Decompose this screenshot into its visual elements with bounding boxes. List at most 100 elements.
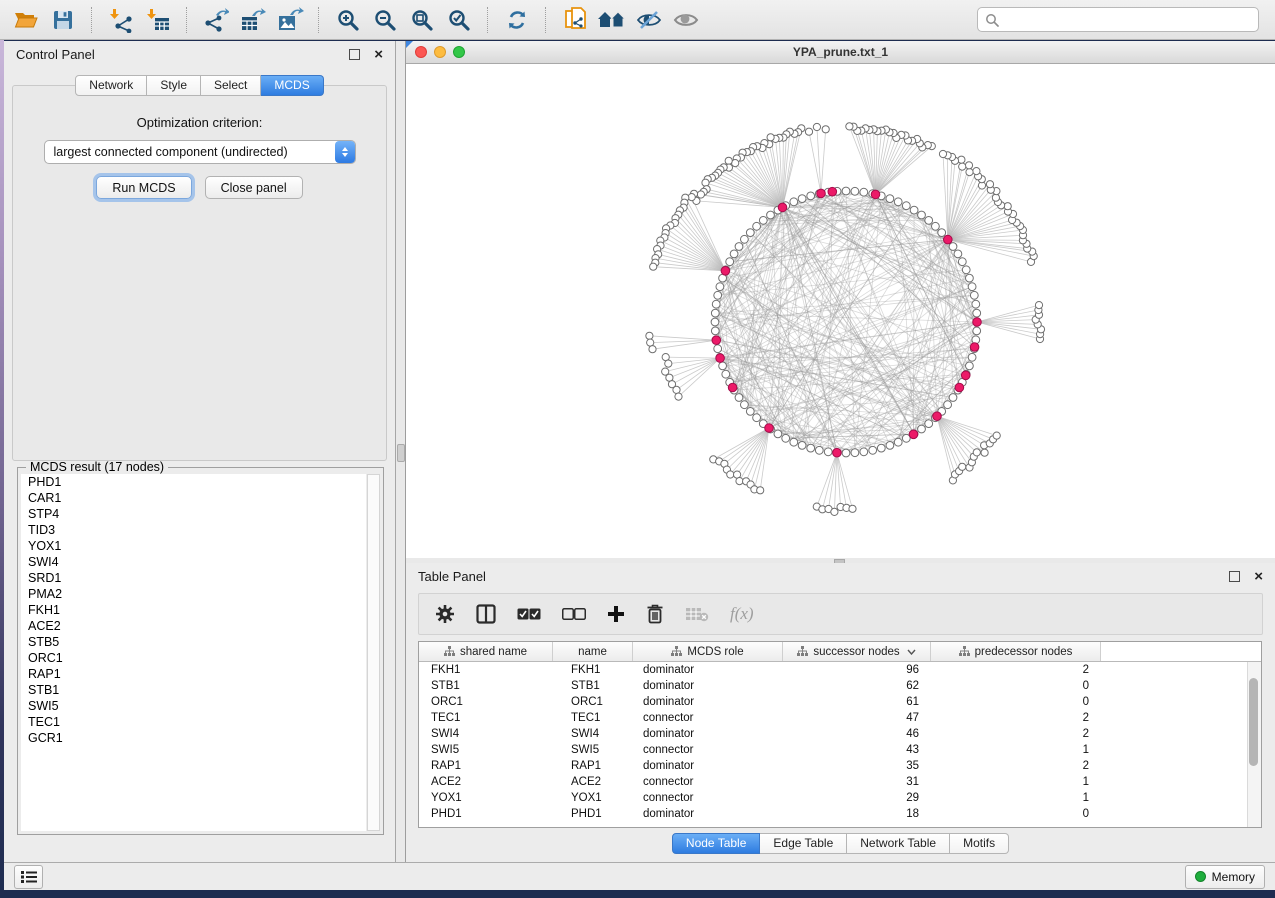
delete-table-button[interactable]: [685, 606, 709, 622]
column-header-successor-nodes[interactable]: successor nodes: [783, 642, 931, 661]
table-row[interactable]: SWI5SWI5connector431: [419, 742, 1261, 758]
zoom-out-button[interactable]: [369, 4, 401, 36]
table-cell[interactable]: 43: [783, 744, 931, 756]
table-cell[interactable]: 96: [783, 664, 931, 676]
clone-network-button[interactable]: [559, 4, 591, 36]
list-item[interactable]: SWI5: [21, 698, 366, 714]
show-all-button[interactable]: [670, 4, 702, 36]
table-cell[interactable]: 1: [931, 776, 1101, 788]
table-scrollbar[interactable]: [1247, 662, 1261, 827]
mcds-node[interactable]: [871, 190, 880, 199]
table-cell[interactable]: 2: [931, 760, 1101, 772]
table-cell[interactable]: FKH1: [553, 664, 633, 676]
table-cell[interactable]: RAP1: [419, 760, 553, 772]
table-row[interactable]: FKH1FKH1dominator962: [419, 662, 1261, 678]
list-item[interactable]: RAP1: [21, 666, 366, 682]
refresh-button[interactable]: [501, 4, 533, 36]
table-cell[interactable]: dominator: [633, 680, 783, 692]
hide-selected-button[interactable]: [633, 4, 665, 36]
export-network-button[interactable]: [200, 4, 232, 36]
list-item[interactable]: TEC1: [21, 714, 366, 730]
zoom-selected-button[interactable]: [443, 4, 475, 36]
mcds-node[interactable]: [765, 424, 774, 433]
table-mode-button[interactable]: [435, 604, 455, 624]
open-session-button[interactable]: [10, 4, 42, 36]
column-header-name[interactable]: name: [553, 642, 633, 661]
function-builder-button[interactable]: f(x): [730, 604, 754, 624]
table-cell[interactable]: RAP1: [553, 760, 633, 772]
list-item[interactable]: STB1: [21, 682, 366, 698]
table-cell[interactable]: dominator: [633, 696, 783, 708]
mcds-node[interactable]: [721, 267, 730, 276]
table-cell[interactable]: connector: [633, 744, 783, 756]
table-cell[interactable]: dominator: [633, 664, 783, 676]
first-neighbors-button[interactable]: [596, 4, 628, 36]
list-item[interactable]: SWI4: [21, 554, 366, 570]
table-cell[interactable]: 46: [783, 728, 931, 740]
create-column-button[interactable]: [607, 605, 625, 623]
table-cell[interactable]: STB1: [419, 680, 553, 692]
table-cell[interactable]: ACE2: [553, 776, 633, 788]
table-cell[interactable]: ACE2: [419, 776, 553, 788]
table-cell[interactable]: ORC1: [419, 696, 553, 708]
table-cell[interactable]: 18: [783, 808, 931, 820]
table-cell[interactable]: SWI4: [419, 728, 553, 740]
run-mcds-button[interactable]: Run MCDS: [96, 176, 191, 199]
import-table-button[interactable]: [142, 4, 174, 36]
table-cell[interactable]: 61: [783, 696, 931, 708]
table-row[interactable]: ORC1ORC1dominator610: [419, 694, 1261, 710]
tab-mcds[interactable]: MCDS: [261, 75, 323, 96]
list-item[interactable]: TID3: [21, 522, 366, 538]
mcds-node[interactable]: [961, 371, 970, 380]
table-cell[interactable]: TEC1: [419, 712, 553, 724]
column-header-mcds-role[interactable]: MCDS role: [633, 642, 783, 661]
column-header-predecessor-nodes[interactable]: predecessor nodes: [931, 642, 1101, 661]
table-row[interactable]: STB1STB1dominator620: [419, 678, 1261, 694]
splitter-handle[interactable]: [397, 444, 405, 462]
table-row[interactable]: SWI4SWI4dominator462: [419, 726, 1261, 742]
table-cell[interactable]: STB1: [553, 680, 633, 692]
table-cell[interactable]: 62: [783, 680, 931, 692]
tab-style[interactable]: Style: [147, 75, 201, 96]
tab-network[interactable]: Network: [75, 75, 147, 96]
table-cell[interactable]: 2: [931, 728, 1101, 740]
search-box[interactable]: [977, 7, 1259, 32]
show-columns-button[interactable]: [476, 604, 496, 624]
close-panel-icon[interactable]: ×: [374, 47, 383, 62]
table-cell[interactable]: YOX1: [419, 792, 553, 804]
list-item[interactable]: FKH1: [21, 602, 366, 618]
table-row[interactable]: YOX1YOX1connector291: [419, 790, 1261, 806]
table-cell[interactable]: 0: [931, 808, 1101, 820]
mcds-node[interactable]: [833, 448, 842, 457]
zoom-fit-button[interactable]: [406, 4, 438, 36]
table-cell[interactable]: 1: [931, 792, 1101, 804]
table-row[interactable]: RAP1RAP1dominator352: [419, 758, 1261, 774]
import-network-button[interactable]: [105, 4, 137, 36]
mcds-node[interactable]: [944, 235, 953, 244]
criterion-select[interactable]: largest connected component (undirected): [44, 140, 356, 164]
tab-network-table[interactable]: Network Table: [847, 833, 950, 854]
table-cell[interactable]: connector: [633, 792, 783, 804]
list-item[interactable]: PHD1: [21, 474, 366, 490]
scrollbar-thumb[interactable]: [1249, 678, 1258, 766]
network-canvas[interactable]: [406, 64, 1275, 558]
float-panel-icon[interactable]: [1229, 571, 1240, 582]
mcds-node[interactable]: [933, 412, 942, 421]
table-cell[interactable]: 35: [783, 760, 931, 772]
close-panel-button[interactable]: Close panel: [205, 176, 303, 199]
mcds-node[interactable]: [778, 203, 787, 212]
table-cell[interactable]: PHD1: [419, 808, 553, 820]
memory-button[interactable]: Memory: [1185, 865, 1265, 889]
mcds-node[interactable]: [712, 336, 721, 345]
mcds-node[interactable]: [970, 343, 979, 352]
table-row[interactable]: TEC1TEC1connector472: [419, 710, 1261, 726]
table-cell[interactable]: 0: [931, 680, 1101, 692]
export-table-button[interactable]: [237, 4, 269, 36]
deselect-all-button[interactable]: [562, 608, 586, 621]
table-cell[interactable]: FKH1: [419, 664, 553, 676]
tab-select[interactable]: Select: [201, 75, 261, 96]
table-cell[interactable]: dominator: [633, 760, 783, 772]
node-table[interactable]: shared name name MCDS role successor nod…: [418, 641, 1262, 828]
table-cell[interactable]: PHD1: [553, 808, 633, 820]
delete-columns-button[interactable]: [646, 604, 664, 624]
